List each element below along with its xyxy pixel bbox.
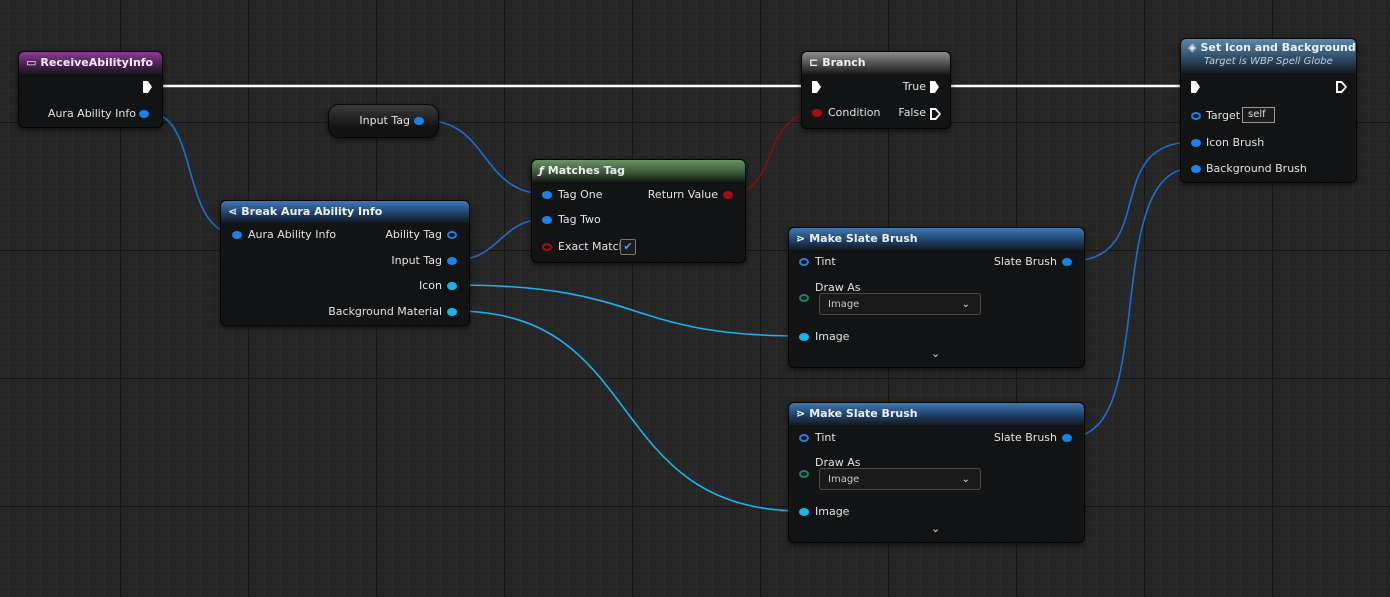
tag-one-in-pin[interactable] xyxy=(542,191,552,199)
make-struct-icon: ⋗ xyxy=(796,232,806,245)
image-in-pin[interactable] xyxy=(799,508,809,516)
slate-brush-out-pin[interactable] xyxy=(1062,258,1072,266)
node-title: Break Aura Ability Info xyxy=(241,205,383,218)
blueprint-graph-canvas[interactable]: ▭ ReceiveAbilityInfo Aura Ability Info In… xyxy=(0,0,1390,597)
exec-in-pin[interactable] xyxy=(812,81,821,93)
return-value-out-pin[interactable] xyxy=(723,191,733,199)
draw-as-dropdown[interactable]: Image ⌄ xyxy=(819,293,981,315)
slate-brush-out-pin[interactable] xyxy=(1062,434,1072,442)
expand-chevron-icon[interactable]: ⌄ xyxy=(931,522,940,535)
pin-label-tag-one: Tag One xyxy=(558,188,603,201)
break-aura-ability-info-node[interactable]: ⋖ Break Aura Ability Info Aura Ability In… xyxy=(220,200,470,326)
node-title: Branch xyxy=(822,56,866,69)
exact-match-in-pin[interactable] xyxy=(542,243,552,251)
node-header: ⋖ Break Aura Ability Info xyxy=(221,201,469,223)
input-tag-out-pin[interactable] xyxy=(447,257,457,265)
pin-label-tint: Tint xyxy=(815,431,836,444)
pin-label-tint: Tint xyxy=(815,255,836,268)
pin-label-exact-match: Exact Match xyxy=(558,240,626,253)
pin-label-image: Image xyxy=(815,330,850,343)
node-title: Set Icon and Background xyxy=(1200,41,1356,54)
pin-label-icon-brush: Icon Brush xyxy=(1206,136,1265,149)
input-tag-variable-node[interactable]: Input Tag xyxy=(328,104,439,138)
pin-label-background-brush: Background Brush xyxy=(1206,162,1307,175)
wire-brush2-bg xyxy=(1069,167,1194,438)
pin-label-false: False xyxy=(898,106,926,119)
node-title: Matches Tag xyxy=(547,164,625,177)
node-header: ▭ ReceiveAbilityInfo xyxy=(19,52,162,74)
draw-as-in-pin[interactable] xyxy=(799,470,809,478)
draw-as-dropdown[interactable]: Image ⌄ xyxy=(819,468,981,490)
pin-label-ability-tag: Ability Tag xyxy=(385,228,442,241)
function-icon: ƒ xyxy=(539,164,544,177)
branch-node[interactable]: ⊏ Branch True Condition False xyxy=(801,51,951,129)
background-material-out-pin[interactable] xyxy=(447,308,457,316)
node-title: Make Slate Brush xyxy=(809,407,918,420)
chevron-down-icon: ⌄ xyxy=(961,474,970,485)
condition-in-pin[interactable] xyxy=(812,109,822,117)
node-header: ◈ Set Icon and Background Target is WBP Sp… xyxy=(1181,39,1356,73)
node-title: ReceiveAbilityInfo xyxy=(40,56,154,69)
exec-out-pin[interactable] xyxy=(1336,81,1347,93)
tint-in-pin[interactable] xyxy=(799,434,809,442)
image-in-pin[interactable] xyxy=(799,333,809,341)
variable-label: Input Tag xyxy=(359,114,410,127)
true-exec-out-pin[interactable] xyxy=(930,81,939,93)
ability-tag-out-pin[interactable] xyxy=(447,231,457,239)
aura-ability-info-out-pin[interactable] xyxy=(139,110,149,118)
pin-label-input-tag: Input Tag xyxy=(391,254,442,267)
wire-brush1-icon xyxy=(1069,141,1194,262)
false-exec-out-pin[interactable] xyxy=(930,108,941,120)
pin-label-return-value: Return Value xyxy=(647,188,718,201)
target-self-field[interactable]: self xyxy=(1242,107,1275,123)
chevron-down-icon: ⌄ xyxy=(961,299,970,310)
make-slate-brush-node-1[interactable]: ⋗ Make Slate Brush Tint Slate Brush Draw … xyxy=(788,227,1085,368)
node-header: ƒ Matches Tag xyxy=(532,160,745,182)
exec-out-pin[interactable] xyxy=(143,81,152,93)
pin-label-image: Image xyxy=(815,505,850,518)
wire-inputtag-tagone xyxy=(422,119,547,195)
node-subtitle: Target is WBP Spell Globe xyxy=(1204,56,1333,67)
wire-bg-image2 xyxy=(454,310,804,512)
pin-label-true: True xyxy=(902,80,926,93)
dropdown-value: Image xyxy=(828,474,860,485)
pin-label-icon: Icon xyxy=(419,279,442,292)
event-icon: ▭ xyxy=(26,56,37,69)
break-struct-icon: ⋖ xyxy=(228,205,238,218)
make-slate-brush-node-2[interactable]: ⋗ Make Slate Brush Tint Slate Brush Draw … xyxy=(788,402,1085,543)
node-header: ⋗ Make Slate Brush xyxy=(789,403,1084,425)
exact-match-checkbox[interactable]: ✔ xyxy=(620,239,636,255)
pin-label-slate-brush: Slate Brush xyxy=(993,255,1057,268)
input-tag-out-pin[interactable] xyxy=(414,117,424,125)
pin-label-aura-ability-info: Aura Ability Info xyxy=(47,107,136,120)
pin-label-condition: Condition xyxy=(828,106,881,119)
make-struct-icon: ⋗ xyxy=(796,407,806,420)
matches-tag-node[interactable]: ƒ Matches Tag Tag One Return Value Tag Tw… xyxy=(531,159,746,263)
function-call-icon: ◈ xyxy=(1188,41,1197,54)
draw-as-in-pin[interactable] xyxy=(799,294,809,302)
node-title: Make Slate Brush xyxy=(809,232,918,245)
node-header: ⋗ Make Slate Brush xyxy=(789,228,1084,250)
background-brush-in-pin[interactable] xyxy=(1191,165,1201,173)
branch-icon: ⊏ xyxy=(809,56,819,69)
node-header: ⊏ Branch xyxy=(802,52,950,74)
icon-out-pin[interactable] xyxy=(447,282,457,290)
pin-label-background-material: Background Material xyxy=(328,305,442,318)
target-in-pin[interactable] xyxy=(1191,112,1201,120)
receive-ability-info-node[interactable]: ▭ ReceiveAbilityInfo Aura Ability Info xyxy=(18,51,163,128)
dropdown-value: Image xyxy=(828,299,860,310)
pin-label-target: Target xyxy=(1206,109,1241,122)
icon-brush-in-pin[interactable] xyxy=(1191,139,1201,147)
expand-chevron-icon[interactable]: ⌄ xyxy=(931,347,940,360)
set-icon-and-background-node[interactable]: ◈ Set Icon and Background Target is WBP Sp… xyxy=(1180,38,1357,183)
exec-in-pin[interactable] xyxy=(1191,81,1200,93)
wire-icon-image1 xyxy=(454,284,804,337)
pin-label-aura-ability-info-in: Aura Ability Info xyxy=(248,228,337,241)
aura-ability-info-in-pin[interactable] xyxy=(232,231,242,239)
pin-label-slate-brush: Slate Brush xyxy=(993,431,1057,444)
tag-two-in-pin[interactable] xyxy=(542,216,552,224)
tint-in-pin[interactable] xyxy=(799,258,809,266)
pin-label-tag-two: Tag Two xyxy=(558,213,601,226)
